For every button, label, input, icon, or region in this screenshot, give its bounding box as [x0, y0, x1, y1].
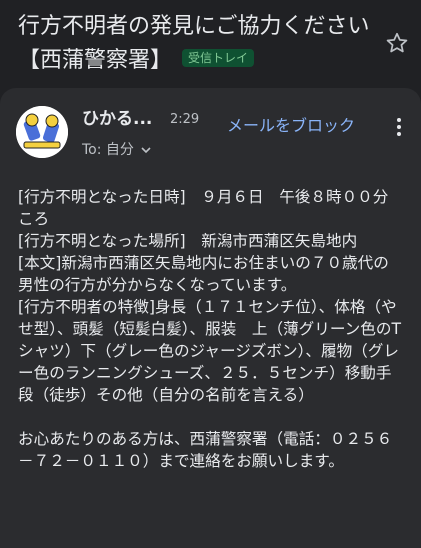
body-line-features: [行方不明者の特徴]身長（１７１センチ位）、体格（やせ型）、頭髪（短髪白髪）、服…	[18, 298, 401, 404]
avatar-illustration-icon	[16, 106, 68, 158]
block-sender-button[interactable]: メールをブロック	[227, 114, 355, 138]
body-line-main: [本文]新潟市西蒲区矢島地内にお住まいの７０歳代の男性の行方が分からなくなってい…	[18, 254, 389, 294]
body-line-contact: お心あたりのある方は、西蒲警察署（電話：０２５６－７２－０１１０）まで連絡をお願…	[18, 430, 393, 470]
email-subject: 行方不明者の発見にご協力ください【西蒲警察署】 受信トレイ	[18, 10, 370, 78]
message-body: [行方不明となった日時] ９月６日 午後８時００分ころ [行方不明となった場所]…	[18, 186, 403, 472]
more-options-icon[interactable]	[396, 118, 402, 138]
chevron-down-icon	[141, 147, 151, 154]
sender-avatar[interactable]	[16, 106, 68, 158]
body-line-datetime: [行方不明となった日時] ９月６日 午後８時００分ころ	[18, 188, 389, 228]
message-time: 2:29	[170, 112, 200, 127]
star-icon[interactable]	[384, 30, 410, 56]
to-label: To: 自分	[82, 142, 134, 158]
sender-name[interactable]: ひかる...	[82, 107, 152, 131]
recipient-details[interactable]: To: 自分	[82, 140, 152, 160]
body-line-location: [行方不明となった場所] 新潟市西蒲区矢島地内	[18, 232, 358, 250]
inbox-label-badge[interactable]: 受信トレイ	[182, 49, 255, 67]
